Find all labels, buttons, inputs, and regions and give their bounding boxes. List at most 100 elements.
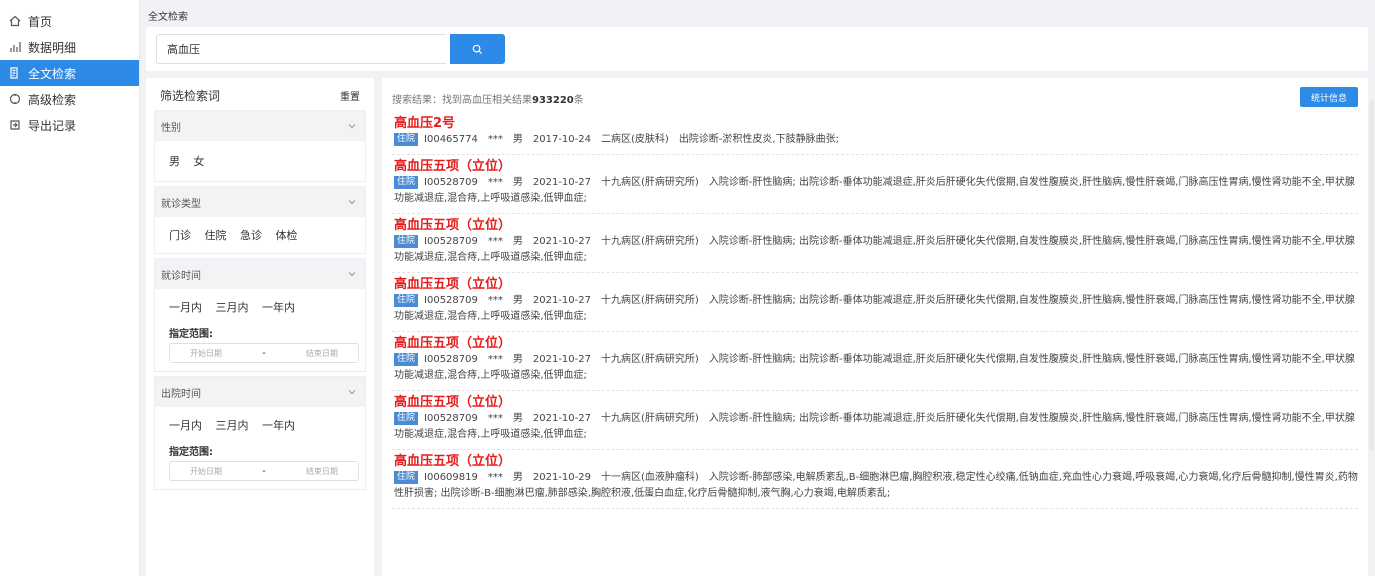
filter-group-header[interactable]: 出院时间 bbox=[155, 377, 365, 407]
result-title[interactable]: 高血压五项（立位） bbox=[394, 276, 1358, 293]
filter-option-inpatient[interactable]: 住院 bbox=[205, 229, 227, 242]
range-separator: - bbox=[262, 465, 266, 477]
filter-option-checkup[interactable]: 体检 bbox=[276, 229, 298, 242]
patient-id: I00528709 bbox=[424, 413, 478, 424]
patient-id: I00528709 bbox=[424, 236, 478, 247]
results-count: 933220 bbox=[532, 95, 574, 106]
filter-option-male[interactable]: 男 bbox=[169, 155, 180, 168]
patient-gender: 男 bbox=[512, 354, 523, 365]
filter-option-female[interactable]: 女 bbox=[194, 155, 205, 168]
result-meta: 住院 I00465774 *** 男 2017-10-24 二病区(皮肤科) 出院诊断-淤积… bbox=[394, 132, 1358, 148]
sidebar-item-export-records[interactable]: 导出记录 bbox=[0, 112, 139, 138]
filter-group-header[interactable]: 性别 bbox=[155, 111, 365, 141]
visit-type-badge: 住院 bbox=[394, 176, 419, 189]
visit-date: 2021-10-27 bbox=[532, 354, 591, 365]
result-meta: 住院 I00528709 *** 男 2021-10-27 十九病区(肝病研究所) 入院诊断… bbox=[394, 234, 1358, 266]
filter-group-discharge-time: 出院时间 一月内 三月内 一年内 指定范围: 开始日期 - 结束日期 bbox=[154, 376, 366, 490]
filter-option-one-year[interactable]: 一年内 bbox=[262, 301, 295, 314]
visit-date: 2017-10-24 bbox=[532, 134, 591, 145]
patient-name: *** bbox=[487, 177, 503, 188]
scrollbar[interactable] bbox=[1369, 100, 1374, 450]
patient-gender: 男 bbox=[512, 413, 523, 424]
filter-title: 筛选检索词 bbox=[160, 88, 221, 103]
visit-date: 2021-10-27 bbox=[532, 413, 591, 424]
results-summary: 搜索结果：找到高血压相关结果933220条 bbox=[392, 95, 584, 106]
range-separator: - bbox=[262, 347, 266, 359]
filter-group-title: 就诊时间 bbox=[161, 270, 201, 282]
date-range-picker[interactable]: 开始日期 - 结束日期 bbox=[169, 461, 359, 481]
filter-group-title: 出院时间 bbox=[161, 388, 201, 400]
reset-button[interactable]: 重置 bbox=[340, 88, 360, 103]
result-meta: 住院 I00528709 *** 男 2021-10-27 十九病区(肝病研究所) 入院诊断… bbox=[394, 352, 1358, 384]
result-title[interactable]: 高血压五项（立位） bbox=[394, 217, 1358, 234]
result-item[interactable]: 高血压五项（立位） 住院 I00528709 *** 男 2021-10-27 十九病区(肝… bbox=[392, 273, 1358, 332]
ward: 十一病区(血液肿瘤科) bbox=[601, 472, 699, 483]
ward: 十九病区(肝病研究所) bbox=[601, 177, 699, 188]
filter-panel: 筛选检索词 重置 性别 男 女 就诊类型 门诊 住院 急诊 体检 就诊时间 一月… bbox=[146, 78, 374, 576]
filter-group-header[interactable]: 就诊类型 bbox=[155, 187, 365, 217]
filter-option-one-month[interactable]: 一月内 bbox=[169, 419, 202, 432]
patient-name: *** bbox=[487, 472, 503, 483]
patient-name: *** bbox=[487, 236, 503, 247]
range-label: 指定范围: bbox=[169, 329, 213, 340]
patient-gender: 男 bbox=[512, 295, 523, 306]
main-content: 全文检索 筛选检索词 重置 性别 男 女 就诊类型 bbox=[140, 0, 1375, 576]
result-item[interactable]: 高血压五项（立位） 住院 I00528709 *** 男 2021-10-27 十九病区(肝… bbox=[392, 332, 1358, 391]
advanced-search-icon bbox=[8, 92, 22, 106]
filter-option-three-months[interactable]: 三月内 bbox=[216, 301, 249, 314]
breadcrumb: 全文检索 bbox=[148, 12, 188, 23]
result-list: 高血压2号 住院 I00465774 *** 男 2017-10-24 二病区(皮肤科) 出院… bbox=[392, 112, 1358, 509]
patient-name: *** bbox=[487, 295, 503, 306]
result-title[interactable]: 高血压五项（立位） bbox=[394, 453, 1358, 470]
search-button[interactable] bbox=[450, 34, 505, 64]
patient-id: I00528709 bbox=[424, 177, 478, 188]
visit-type-badge: 住院 bbox=[394, 471, 419, 484]
filter-group-header[interactable]: 就诊时间 bbox=[155, 259, 365, 289]
sidebar-item-home[interactable]: 首页 bbox=[0, 8, 139, 34]
sidebar-item-advanced-search[interactable]: 高级检索 bbox=[0, 86, 139, 112]
filter-option-emergency[interactable]: 急诊 bbox=[240, 229, 262, 242]
visit-date: 2021-10-29 bbox=[532, 472, 591, 483]
filter-option-one-month[interactable]: 一月内 bbox=[169, 301, 202, 314]
home-icon bbox=[8, 14, 22, 28]
ward: 十九病区(肝病研究所) bbox=[601, 413, 699, 424]
patient-gender: 男 bbox=[512, 472, 523, 483]
filter-group-visit-type: 就诊类型 门诊 住院 急诊 体检 bbox=[154, 186, 366, 254]
statistics-button[interactable]: 统计信息 bbox=[1300, 87, 1358, 107]
result-title[interactable]: 高血压五项（立位） bbox=[394, 158, 1358, 175]
chevron-down-icon bbox=[348, 272, 356, 277]
date-range-picker[interactable]: 开始日期 - 结束日期 bbox=[169, 343, 359, 363]
search-input[interactable] bbox=[156, 34, 446, 64]
result-meta: 住院 I00609819 *** 男 2021-10-29 十一病区(血液肿瘤科) 入院诊断… bbox=[394, 470, 1358, 502]
filter-group-title: 性别 bbox=[161, 122, 181, 134]
result-item[interactable]: 高血压五项（立位） 住院 I00609819 *** 男 2021-10-29 十一病区(血… bbox=[392, 450, 1358, 509]
diagnosis-detail: 出院诊断-淤积性皮炎,下肢静脉曲张; bbox=[678, 134, 839, 145]
bar-chart-icon bbox=[8, 40, 22, 54]
sidebar-item-label: 高级检索 bbox=[28, 92, 77, 107]
result-title[interactable]: 高血压五项（立位） bbox=[394, 335, 1358, 352]
patient-name: *** bbox=[487, 413, 503, 424]
result-meta: 住院 I00528709 *** 男 2021-10-27 十九病区(肝病研究所) 入院诊断… bbox=[394, 175, 1358, 207]
filter-option-three-months[interactable]: 三月内 bbox=[216, 419, 249, 432]
result-title[interactable]: 高血压五项（立位） bbox=[394, 394, 1358, 411]
chevron-down-icon bbox=[348, 124, 356, 129]
result-item[interactable]: 高血压五项（立位） 住院 I00528709 *** 男 2021-10-27 十九病区(肝… bbox=[392, 214, 1358, 273]
filter-option-one-year[interactable]: 一年内 bbox=[262, 419, 295, 432]
result-item[interactable]: 高血压五项（立位） 住院 I00528709 *** 男 2021-10-27 十九病区(肝… bbox=[392, 391, 1358, 450]
ward: 二病区(皮肤科) bbox=[601, 134, 669, 145]
patient-name: *** bbox=[487, 134, 503, 145]
sidebar-item-data-detail[interactable]: 数据明细 bbox=[0, 34, 139, 60]
range-label: 指定范围: bbox=[169, 447, 213, 458]
result-item[interactable]: 高血压五项（立位） 住院 I00528709 *** 男 2021-10-27 十九病区(肝… bbox=[392, 155, 1358, 214]
sidebar: 首页 数据明细 全文检索 高级检索 导出记录 bbox=[0, 0, 140, 576]
patient-gender: 男 bbox=[512, 134, 523, 145]
sidebar-item-fulltext-search[interactable]: 全文检索 bbox=[0, 60, 139, 86]
patient-name: *** bbox=[487, 354, 503, 365]
filter-option-outpatient[interactable]: 门诊 bbox=[169, 229, 191, 242]
chevron-down-icon bbox=[348, 390, 356, 395]
result-title[interactable]: 高血压2号 bbox=[394, 115, 1358, 132]
start-date-placeholder: 开始日期 bbox=[190, 348, 223, 358]
result-item[interactable]: 高血压2号 住院 I00465774 *** 男 2017-10-24 二病区(皮肤科) 出院… bbox=[392, 112, 1358, 155]
patient-gender: 男 bbox=[512, 236, 523, 247]
document-search-icon bbox=[8, 66, 22, 80]
